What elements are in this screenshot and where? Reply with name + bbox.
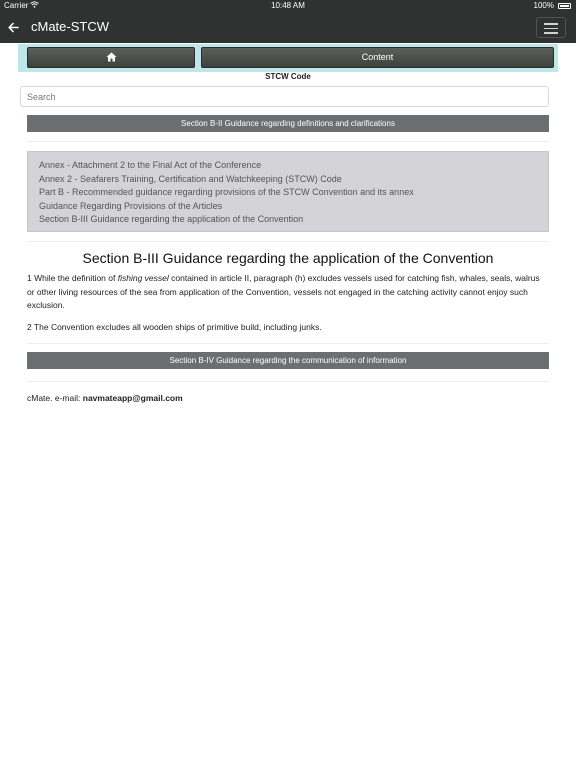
top-toolbar: Content	[18, 44, 558, 72]
footer-contact: cMate. e-mail: navmateapp@gmail.com	[27, 393, 183, 404]
home-icon	[106, 52, 116, 62]
paragraph-1: 1 While the definition of fishing vessel…	[27, 272, 549, 313]
next-section-button[interactable]: Section B-IV Guidance regarding the comm…	[27, 352, 549, 369]
section-title: Section B-III Guidance regarding the app…	[82, 250, 494, 266]
battery-percentage: 100%	[533, 1, 554, 10]
hamburger-line	[544, 23, 558, 25]
content-button[interactable]: Content	[201, 47, 554, 68]
back-arrow-icon[interactable]	[8, 18, 19, 37]
status-bar: Carrier 10:48 AM 100%	[0, 0, 576, 12]
hamburger-line	[544, 32, 558, 34]
battery-icon	[558, 3, 571, 9]
status-time: 10:48 AM	[271, 1, 305, 10]
paragraph-text: 1 While the definition of	[27, 273, 118, 283]
breadcrumb: Annex - Attachment 2 to the Final Act of…	[27, 151, 549, 232]
divider	[27, 343, 549, 344]
breadcrumb-item[interactable]: Guidance Regarding Provisions of the Art…	[39, 200, 537, 214]
previous-section-button[interactable]: Section B-II Guidance regarding definiti…	[27, 115, 549, 132]
home-button[interactable]	[27, 47, 195, 68]
footer-label: cMate. e-mail:	[27, 393, 83, 403]
divider	[27, 381, 549, 382]
breadcrumb-item[interactable]: Annex - Attachment 2 to the Final Act of…	[39, 159, 537, 173]
divider	[27, 141, 549, 142]
hamburger-line	[544, 27, 558, 29]
navigation-bar: cMate-STCW	[0, 12, 576, 43]
breadcrumb-item[interactable]: Part B - Recommended guidance regarding …	[39, 186, 537, 200]
divider	[27, 241, 549, 242]
paragraph-2: 2 The Convention excludes all wooden shi…	[27, 322, 322, 332]
defined-term: fishing vessel	[117, 273, 169, 283]
hamburger-menu-button[interactable]	[536, 17, 566, 38]
contact-email-link[interactable]: navmateapp@gmail.com	[83, 393, 183, 403]
search-input[interactable]	[20, 86, 549, 107]
app-title: cMate-STCW	[31, 19, 109, 34]
breadcrumb-item[interactable]: Section B-III Guidance regarding the app…	[39, 213, 537, 227]
code-label: STCW Code	[265, 72, 311, 81]
breadcrumb-item[interactable]: Annex 2 - Seafarers Training, Certificat…	[39, 173, 537, 187]
